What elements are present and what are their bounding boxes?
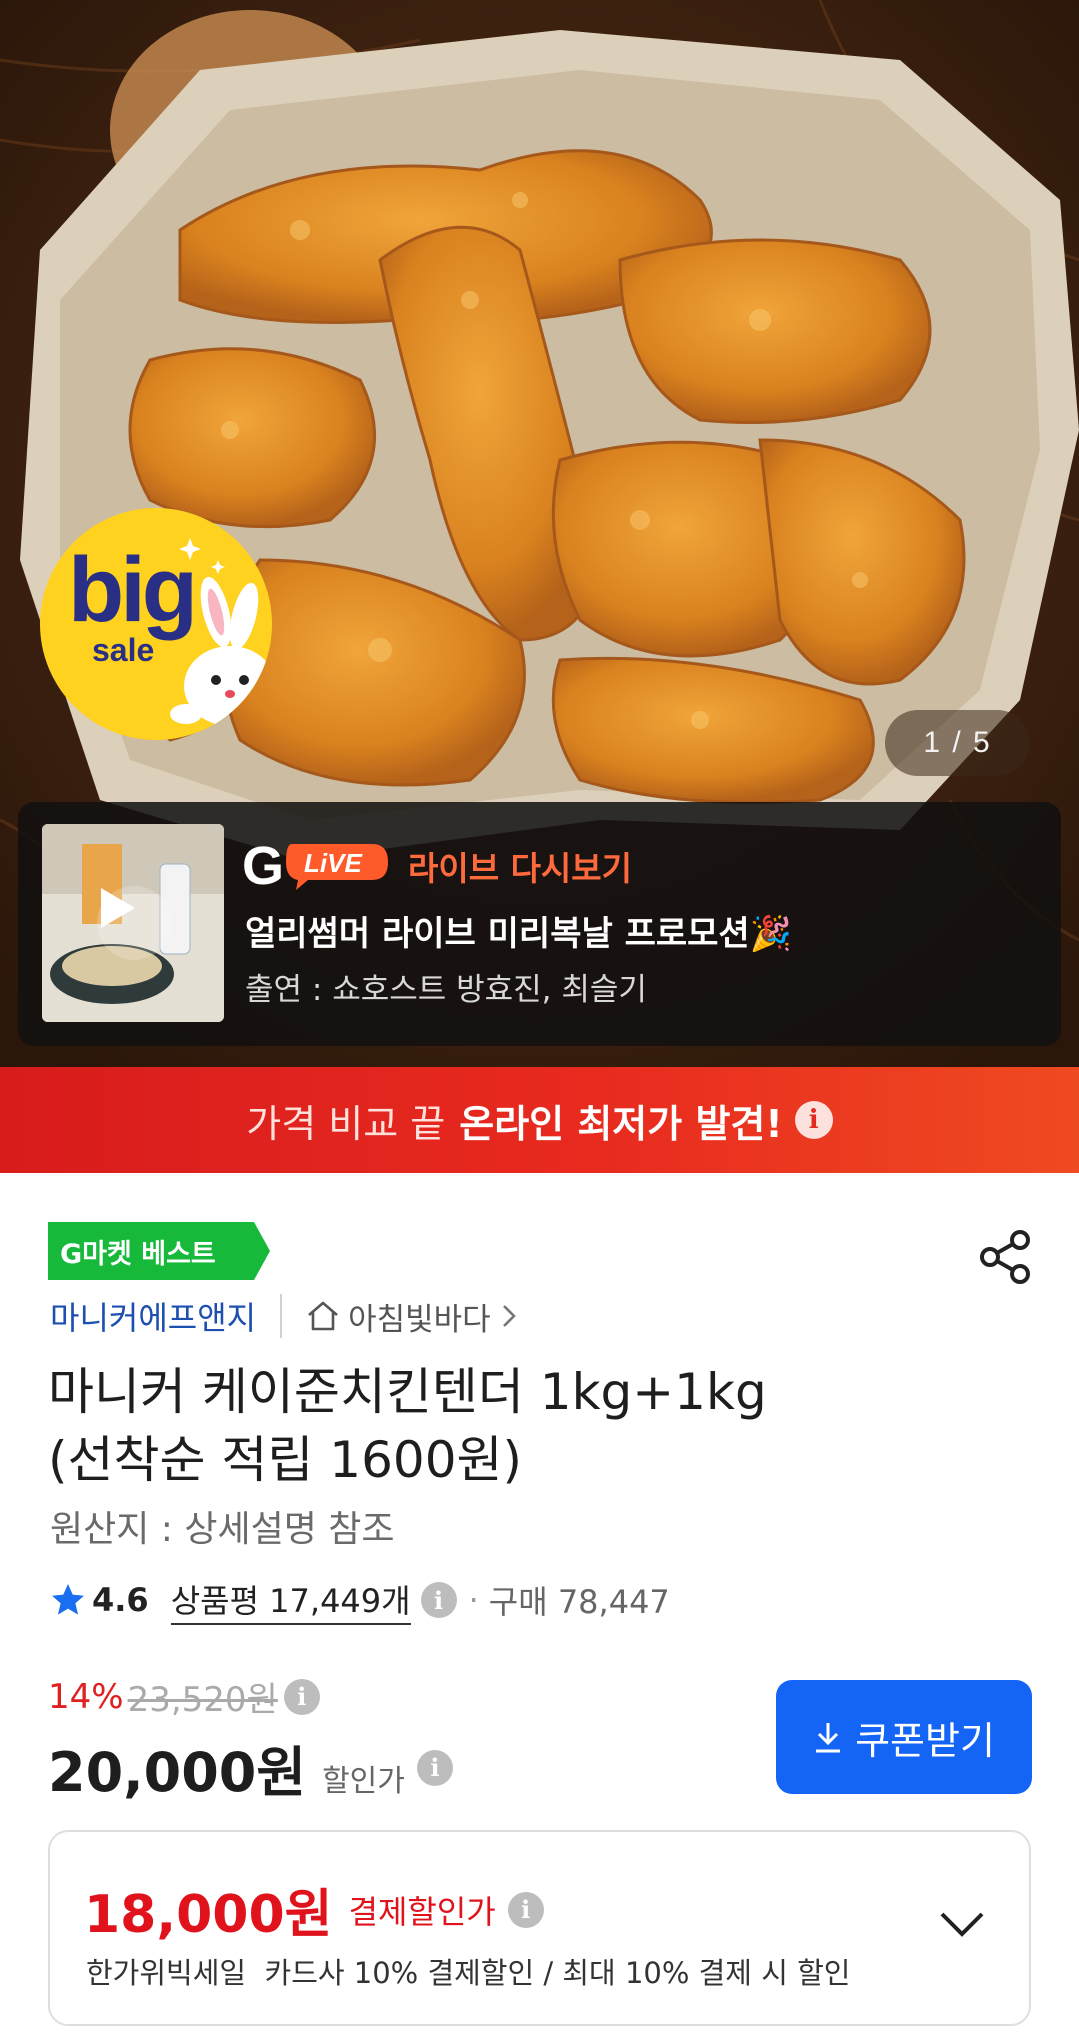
payment-price: 18,000원 (84, 1885, 333, 1945)
info-icon[interactable]: i (283, 1678, 320, 1715)
g-live-logo: G LiVE (242, 836, 388, 892)
banner-light-text: 가격 비교 끝 (246, 1101, 446, 1146)
live-promo-text[interactable]: 얼리썸머 라이브 미리복날 프로모션🎉 (245, 906, 792, 955)
reviews-link[interactable]: 상품평 17,449개 (170, 1576, 411, 1625)
rating-row: 4.6 상품평 17,449개 i · 구매 78,447 (50, 1575, 670, 1625)
sale-price-label: 할인가 (322, 1764, 405, 1799)
info-icon[interactable]: i (794, 1101, 833, 1139)
sale-price-row: 20,000원 할인가 i (48, 1728, 453, 1807)
payment-price-row: 18,000원 결제할인가 i (84, 1872, 544, 1947)
live-replay-title[interactable]: 라이브 다시보기 (408, 842, 632, 890)
coupon-button[interactable]: 쿠폰받기 (776, 1680, 1032, 1794)
discount-percent: 14% (48, 1676, 124, 1717)
home-icon (308, 1301, 338, 1331)
play-button[interactable] (97, 886, 171, 960)
coupon-button-label: 쿠폰받기 (855, 1718, 995, 1763)
banner-strong-text: 온라인 최저가 발견! (459, 1101, 783, 1146)
original-price: 23,520원 (127, 1680, 278, 1720)
original-price-row: 14% 23,520원 i (48, 1672, 320, 1721)
svg-text:LiVE: LiVE (304, 848, 362, 878)
separator-dot: · (468, 1581, 479, 1619)
info-icon[interactable]: i (420, 1582, 457, 1618)
brand-link[interactable]: 마니커에프앤지 (50, 1293, 256, 1339)
seller-row: 마니커에프앤지 아침빛바다 (50, 1290, 525, 1342)
product-title-line1: 마니커 케이준치킨텐더 1kg+1kg (48, 1363, 767, 1421)
best-badge-label: G마켓 베스트 (60, 1238, 216, 1270)
live-video-thumbnail[interactable] (42, 824, 224, 1022)
live-cast-text: 출연 : 쇼호스트 방효진, 최슬기 (245, 972, 647, 1008)
sale-price: 20,000원 (48, 1741, 307, 1804)
svg-text:G: G (242, 836, 284, 892)
product-title-line2: (선착순 적립 1600원) (48, 1431, 523, 1489)
rabbit-icon (170, 538, 272, 726)
rating-score: 4.6 (92, 1581, 149, 1619)
store-name: 아침빛바다 (348, 1301, 491, 1338)
chevron-down-icon[interactable] (934, 1904, 990, 1944)
payment-discount-card[interactable]: 18,000원 결제할인가 i 한가위빅세일 카드사 10% 결제할인 / 최대… (48, 1830, 1031, 2026)
origin-text: 원산지 : 상세설명 참조 (50, 1509, 395, 1550)
download-icon (816, 1723, 841, 1753)
product-image-carousel[interactable]: big sale 1 / 5 G LiVE 라이브 다시보기 얼리썸머 라이브 … (0, 0, 1079, 1067)
info-icon[interactable]: i (507, 1891, 544, 1928)
store-link[interactable]: 아침빛바다 (306, 1294, 525, 1339)
divider (280, 1294, 283, 1338)
big-sale-badge: big sale (40, 508, 272, 740)
purchase-count: 구매 78,447 (488, 1583, 670, 1621)
star-icon (52, 1584, 84, 1615)
image-counter: 1 / 5 (885, 710, 1030, 776)
lowest-price-banner[interactable]: 가격 비교 끝 온라인 최저가 발견! i (0, 1067, 1079, 1173)
share-icon[interactable] (976, 1228, 1034, 1286)
product-title: 마니커 케이준치킨텐더 1kg+1kg (선착순 적립 1600원) (48, 1358, 1008, 1494)
payment-price-label: 결제할인가 (348, 1892, 496, 1931)
payment-description: 한가위빅세일 카드사 10% 결제할인 / 최대 10% 결제 시 할인 (86, 1956, 851, 1990)
info-icon[interactable]: i (416, 1749, 453, 1786)
live-replay-panel[interactable]: G LiVE 라이브 다시보기 얼리썸머 라이브 미리복날 프로모션🎉 출연 :… (18, 802, 1061, 1046)
chevron-right-icon (502, 1305, 516, 1327)
play-icon (101, 888, 135, 928)
